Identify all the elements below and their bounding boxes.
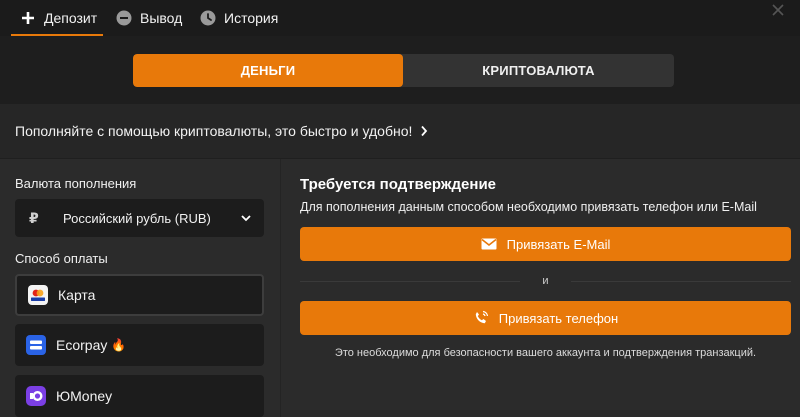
tab-deposit[interactable]: Депозит [11,0,103,36]
tab-label: Вывод [140,10,183,26]
verification-title: Требуется подтверждение [300,176,497,193]
top-tab-bar: Депозит Вывод История [0,0,800,36]
link-email-label: Привязать E-Mail [506,236,611,252]
payment-type-area: ДЕНЬГИ КРИПТОВАЛЮТА [0,36,800,104]
divider-line [571,281,791,282]
tab-withdraw[interactable]: Вывод [116,0,182,36]
ruble-icon: ₽ [29,209,39,226]
ecorpay-icon [26,335,46,355]
currency-value: Российский рубль (RUB) [63,210,211,226]
tab-label: История [224,10,279,26]
close-icon[interactable] [770,4,786,20]
method-label-card: Карта [58,287,96,303]
link-email-button[interactable]: Привязать E-Mail [300,227,791,261]
crypto-promo-banner[interactable]: Пополняйте с помощью криптовалюты, это б… [0,104,800,159]
envelope-icon [481,238,497,250]
currency-label: Валюта пополнения [15,176,137,191]
or-divider: и [300,274,791,288]
right-panel: Требуется подтверждение Для пополнения д… [282,159,800,417]
method-label-yoomoney: ЮMoney [56,388,113,404]
chevron-right-icon [420,125,428,137]
plus-icon [20,10,36,26]
method-yoomoney[interactable]: ЮMoney [15,375,264,417]
method-ecorpay[interactable]: Ecorpay 🔥 [15,324,264,366]
money-tab-button[interactable]: ДЕНЬГИ [133,54,403,87]
left-panel: Валюта пополнения ₽ Российский рубль (RU… [0,159,281,417]
method-card[interactable]: Карта [15,274,264,316]
security-note: Это необходимо для безопасности вашего а… [334,347,757,359]
method-label: Способ оплаты [15,251,108,266]
crypto-tab-button[interactable]: КРИПТОВАЛЮТА [403,54,674,87]
chevron-down-icon [240,211,252,226]
verification-description: Для пополнения данным способом необходим… [300,200,757,214]
minus-circle-icon [116,10,132,26]
phone-icon [473,310,489,326]
currency-select[interactable]: ₽ Российский рубль (RUB) [15,199,264,237]
fire-icon: 🔥 [111,338,127,352]
or-text: и [532,275,559,287]
link-phone-button[interactable]: Привязать телефон [300,301,791,335]
banner-text: Пополняйте с помощью криптовалюты, это б… [15,123,413,139]
link-phone-label: Привязать телефон [498,310,619,326]
yoomoney-icon [26,386,46,406]
visa-card-icon [28,285,48,305]
divider-line [300,281,520,282]
clock-icon [200,10,216,26]
tab-label: Депозит [44,10,98,26]
payment-type-switch: ДЕНЬГИ КРИПТОВАЛЮТА [133,54,674,87]
method-label-ecorpay: Ecorpay [56,337,108,353]
tab-history[interactable]: История [200,0,278,36]
